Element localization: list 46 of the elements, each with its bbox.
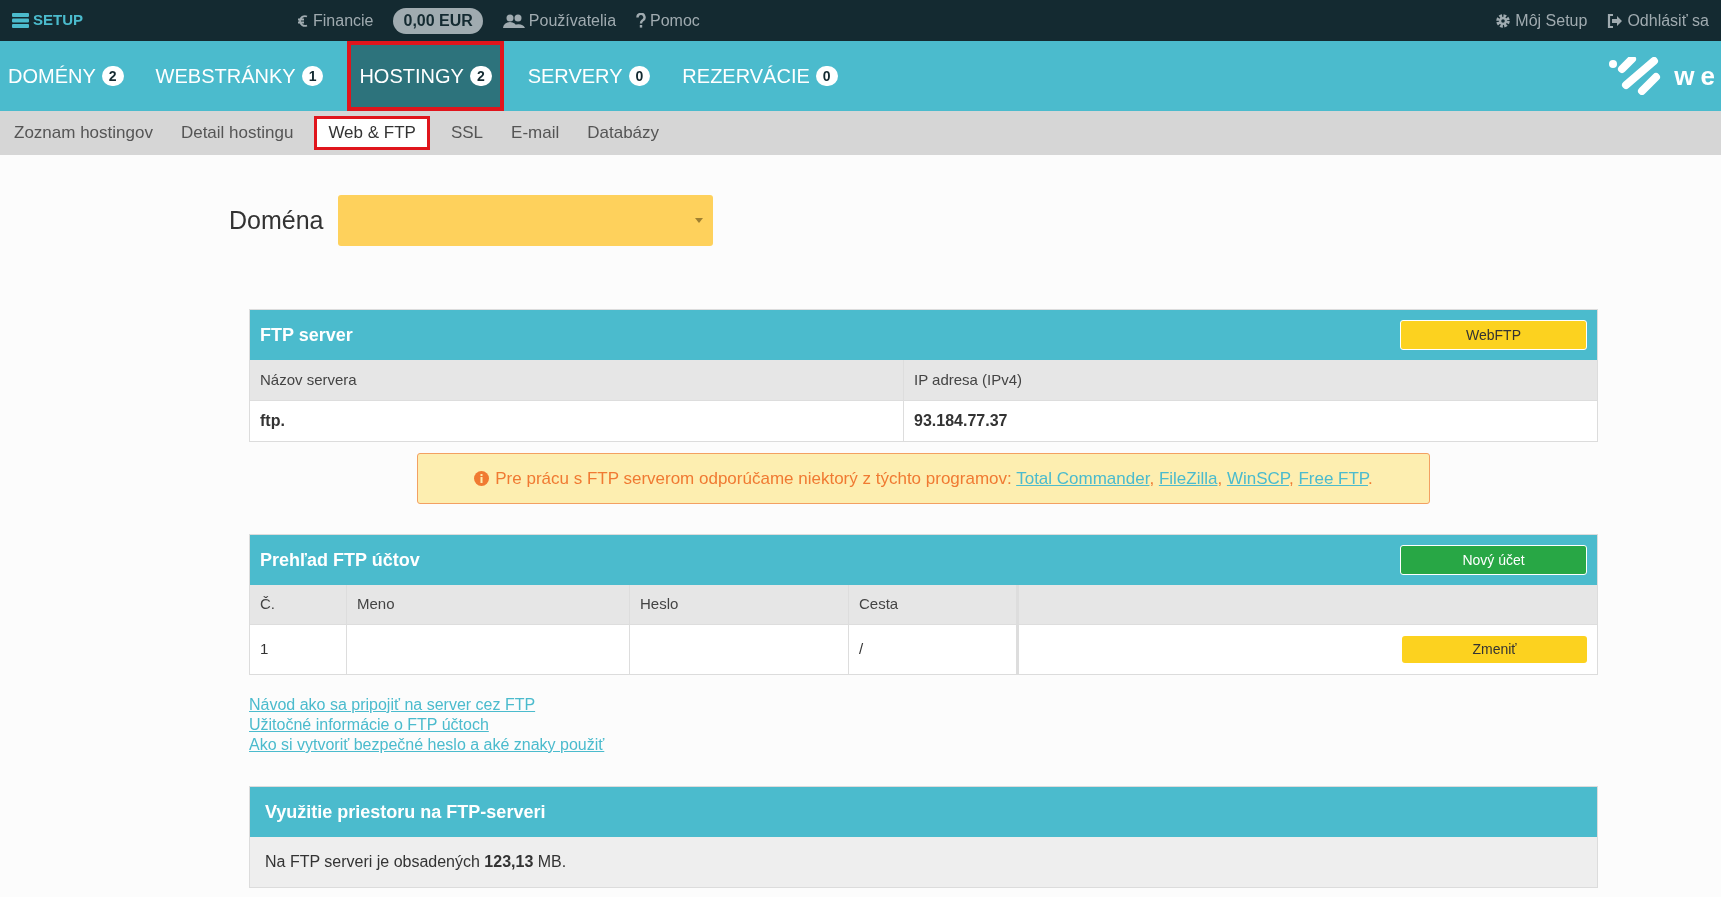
usage-text: Na FTP serveri je obsadených 123,13 MB.	[265, 852, 567, 872]
sub-tab[interactable]: E-mail	[504, 111, 567, 155]
nav-link[interactable]: Financie	[297, 8, 374, 33]
column-header: IP adresa (IPv4)	[903, 360, 1597, 401]
server-stack-icon	[12, 13, 29, 28]
main-tab[interactable]: DOMÉNY 2	[0, 41, 132, 111]
table-cell-text: ftp.	[259, 411, 286, 431]
nav-link[interactable]: Pomoc	[636, 8, 700, 33]
webftp-button[interactable]: WebFTP	[1400, 320, 1587, 350]
edit-button[interactable]: Zmeniť	[1402, 636, 1587, 663]
column-header: Názov servera	[250, 360, 903, 401]
main-tab[interactable]: SERVERY 0	[519, 41, 659, 111]
logo-text: we	[1674, 59, 1721, 93]
table-cell: /	[848, 625, 1016, 674]
main-tab[interactable]: REZERVÁCIE 0	[674, 41, 846, 111]
alert-text: Pre prácu s FTP serverom odporúčame niektorý z týchto programov: Total Commander, FileZilla, WinSCP, Free FTP.	[495, 467, 1373, 490]
column-header: Meno	[346, 585, 629, 625]
sub-tab[interactable]: Databázy	[580, 111, 667, 155]
users-icon	[502, 13, 525, 28]
panel-title: FTP server	[260, 323, 353, 347]
table-cell-text: 1	[259, 639, 270, 660]
domain-label: Doména	[229, 204, 324, 236]
domain-select[interactable]	[337, 195, 713, 246]
dropdown-arrow-icon	[694, 218, 703, 223]
sub-tab[interactable]: Web & FTP	[314, 116, 430, 150]
column-header: Č.	[250, 585, 346, 625]
sub-tab[interactable]: Detail hostingu	[173, 111, 301, 155]
sub-tab[interactable]: Zoznam hostingov	[7, 111, 160, 155]
nav-link[interactable]: Môj Setup	[1495, 8, 1588, 33]
column-header: Cesta	[848, 585, 1016, 625]
logout-icon	[1607, 13, 1624, 28]
table-cell: 93.184.77.37	[903, 401, 1597, 441]
column-header: Heslo	[629, 585, 848, 625]
panel-title: Prehľad FTP účtov	[260, 548, 420, 572]
help-icon	[636, 13, 647, 28]
balance-pill[interactable]: 0,00 EUR	[393, 7, 483, 34]
euro-icon	[297, 13, 309, 28]
settings-icon	[1495, 12, 1512, 29]
nav-link[interactable]: Používatelia	[502, 8, 617, 33]
sub-tab[interactable]: SSL	[443, 111, 491, 155]
info-icon	[474, 471, 490, 486]
brand-link[interactable]: SETUP	[33, 9, 83, 32]
nav-link[interactable]: Odhlásiť sa	[1607, 8, 1709, 33]
main-tab[interactable]: WEBSTRÁNKY 1	[147, 41, 332, 111]
main-tab[interactable]: HOSTINGY 2	[347, 41, 504, 111]
panel-title: Využitie priestoru na FTP-serveri	[265, 800, 546, 824]
